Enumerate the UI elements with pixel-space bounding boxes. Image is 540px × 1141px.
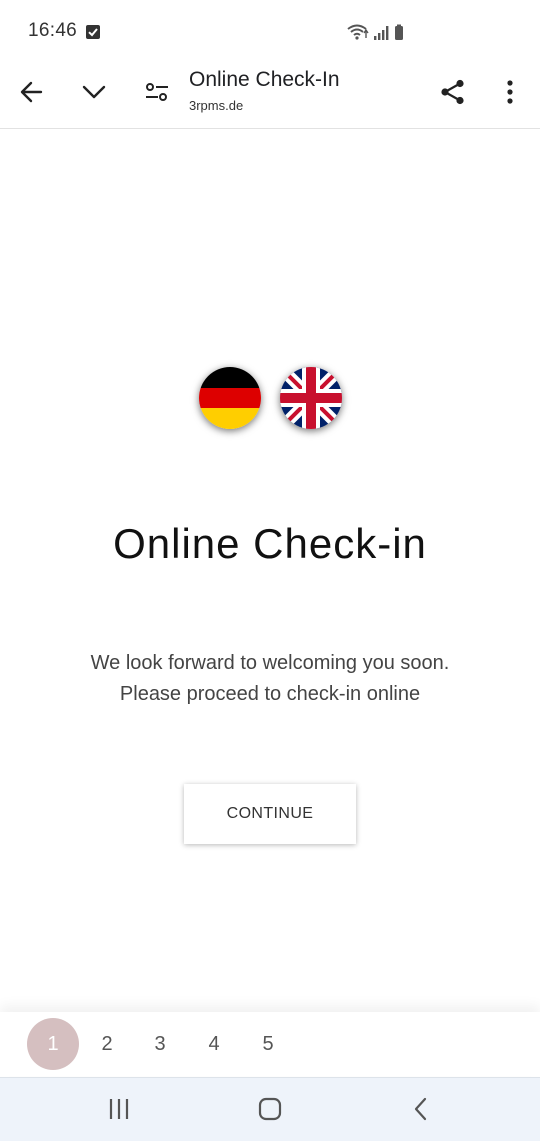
recent-apps-icon[interactable] bbox=[97, 1092, 141, 1126]
message-line-2: Please proceed to check-in online bbox=[119, 683, 421, 705]
step-5[interactable]: 5 bbox=[242, 1018, 294, 1070]
home-icon[interactable] bbox=[248, 1092, 292, 1126]
more-vert-icon[interactable] bbox=[490, 72, 530, 112]
back-icon[interactable] bbox=[399, 1092, 443, 1126]
back-arrow-icon[interactable] bbox=[12, 72, 52, 112]
browser-toolbar: Online Check-In 3rpms.de bbox=[0, 60, 540, 129]
page-title[interactable]: Online Check-In bbox=[189, 68, 340, 92]
step-1[interactable]: 1 bbox=[27, 1018, 79, 1070]
status-bar: 16:46 bbox=[0, 0, 540, 60]
share-icon[interactable] bbox=[433, 72, 473, 112]
chevron-down-icon[interactable] bbox=[74, 72, 114, 112]
message-line-1: We look forward to welcoming you soon. bbox=[90, 652, 450, 674]
battery-icon bbox=[395, 24, 403, 40]
step-indicator: 1 2 3 4 5 bbox=[0, 1012, 540, 1076]
german-flag-icon[interactable] bbox=[199, 367, 261, 429]
wifi-icon bbox=[347, 24, 369, 40]
page-url[interactable]: 3rpms.de bbox=[189, 98, 243, 113]
step-4[interactable]: 4 bbox=[188, 1018, 240, 1070]
welcome-message: We look forward to welcoming you soon. P… bbox=[0, 648, 540, 710]
step-3[interactable]: 3 bbox=[134, 1018, 186, 1070]
checkbox-notification-icon bbox=[86, 25, 100, 39]
uk-flag-icon[interactable] bbox=[280, 367, 342, 429]
step-2[interactable]: 2 bbox=[81, 1018, 133, 1070]
page-heading: Online Check-in bbox=[113, 520, 427, 567]
system-nav-bar bbox=[0, 1077, 540, 1141]
status-time: 16:46 bbox=[28, 20, 78, 41]
continue-button[interactable]: CONTINUE bbox=[184, 784, 356, 844]
site-settings-icon[interactable] bbox=[137, 72, 177, 112]
signal-icon bbox=[374, 26, 389, 40]
